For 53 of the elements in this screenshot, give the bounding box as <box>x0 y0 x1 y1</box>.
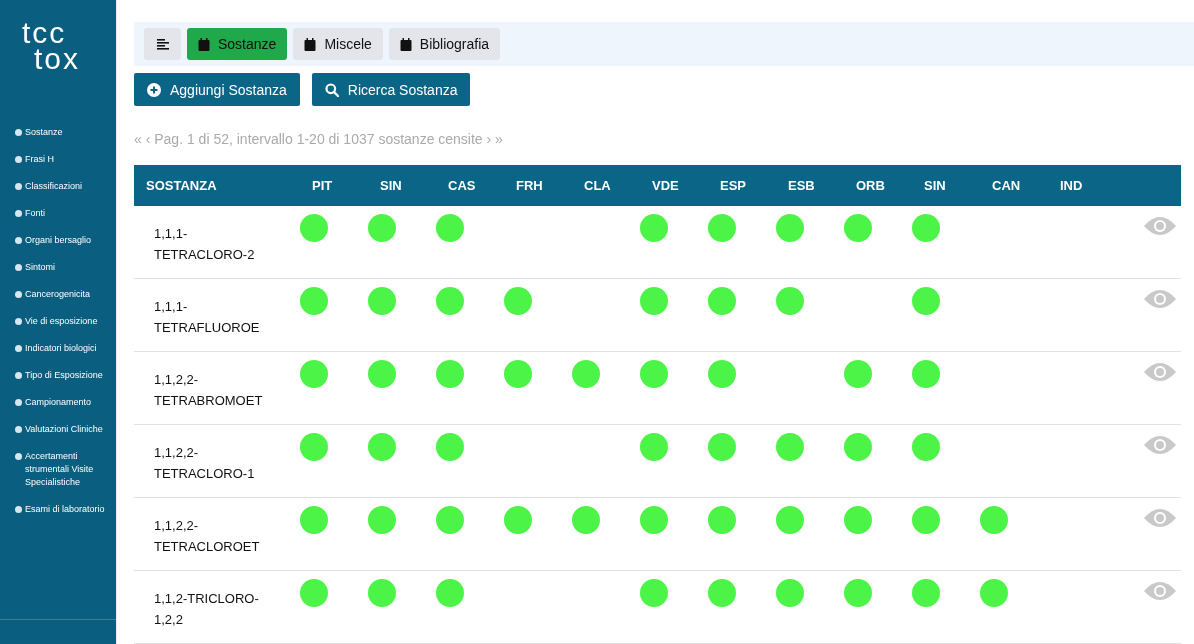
tab[interactable]: Sostanze <box>187 28 288 60</box>
column-header: FRH <box>504 165 572 206</box>
calendar-icon <box>399 37 412 51</box>
column-header: ESP <box>708 165 776 206</box>
search-icon <box>324 82 339 97</box>
column-header: SIN <box>912 165 980 206</box>
sidebar-item[interactable]: Campionamento <box>15 396 106 409</box>
sidebar-item[interactable]: Sintomi <box>15 261 106 274</box>
eye-icon[interactable] <box>1144 289 1176 309</box>
pagination-text: « ‹ Pag. 1 di 52, intervallo 1-20 di 1037 sostanze censite › » <box>134 131 504 147</box>
sidebar-item[interactable]: Cancerogenicita <box>15 288 106 301</box>
sidebar-item[interactable]: Classificazioni <box>15 180 106 193</box>
column-header: IND <box>1048 165 1116 206</box>
eye-icon[interactable] <box>1144 581 1176 601</box>
tab[interactable]: Miscele <box>293 28 383 60</box>
substance-name: 1,1,1-TETRAFLUOROE <box>153 298 261 337</box>
logo: tcc tox <box>22 20 82 77</box>
column-header: PIT <box>300 165 368 206</box>
column-header: ESB <box>776 165 844 206</box>
sidebar-item[interactable]: Accertamenti strumentali Visite Specialistiche <box>15 450 106 489</box>
column-header: SIN <box>368 165 436 206</box>
sidebar-item[interactable]: Organi bersaglio <box>15 234 106 247</box>
sidebar-item[interactable]: Fonti <box>15 207 106 220</box>
substance-name: 1,1,2,2-TETRACLOROET <box>153 517 261 556</box>
sidebar-item[interactable]: Indicatori biologici <box>15 342 106 355</box>
sidebar-item[interactable]: Sostanze <box>15 126 106 139</box>
column-header: VDE <box>640 165 708 206</box>
sidebar-item[interactable]: Tipo di Esposizione <box>15 369 106 382</box>
column-header: CAN <box>980 165 1048 206</box>
sidebar-item[interactable]: Esami di laboratorio <box>15 503 106 516</box>
plus-circle-icon <box>147 82 161 97</box>
eye-icon[interactable] <box>1144 435 1176 455</box>
sidebar-item[interactable]: Vie di esposizione <box>15 315 106 328</box>
eye-icon[interactable] <box>1144 362 1176 382</box>
sidebar-item[interactable]: Frasi H <box>15 153 106 166</box>
column-header: CAS <box>436 165 504 206</box>
menu-icon <box>156 38 169 50</box>
substance-name: 1,1,2,2-TETRABROMOET <box>153 371 264 410</box>
tab[interactable]: Bibliografia <box>388 28 501 60</box>
menu-button[interactable] <box>144 28 181 60</box>
add-button[interactable]: Aggiungi Sostanza <box>134 73 300 106</box>
eye-icon[interactable] <box>1144 216 1176 236</box>
column-header: ORB <box>844 165 912 206</box>
eye-icon[interactable] <box>1144 508 1176 528</box>
column-header: CLA <box>572 165 640 206</box>
substance-name: 1,1,1-TETRACLORO-2 <box>153 225 256 264</box>
substance-name: 1,1,2-TRICLORO-1,2,2 <box>153 590 260 629</box>
calendar-icon <box>198 37 210 51</box>
search-button[interactable]: Ricerca Sostanza <box>311 73 471 106</box>
sidebar-item[interactable]: Valutazioni Cliniche <box>15 423 106 436</box>
column-header: SOSTANZA <box>134 165 300 206</box>
substance-name: 1,1,2,2-TETRACLORO-1 <box>153 444 256 483</box>
calendar-icon <box>304 37 317 51</box>
